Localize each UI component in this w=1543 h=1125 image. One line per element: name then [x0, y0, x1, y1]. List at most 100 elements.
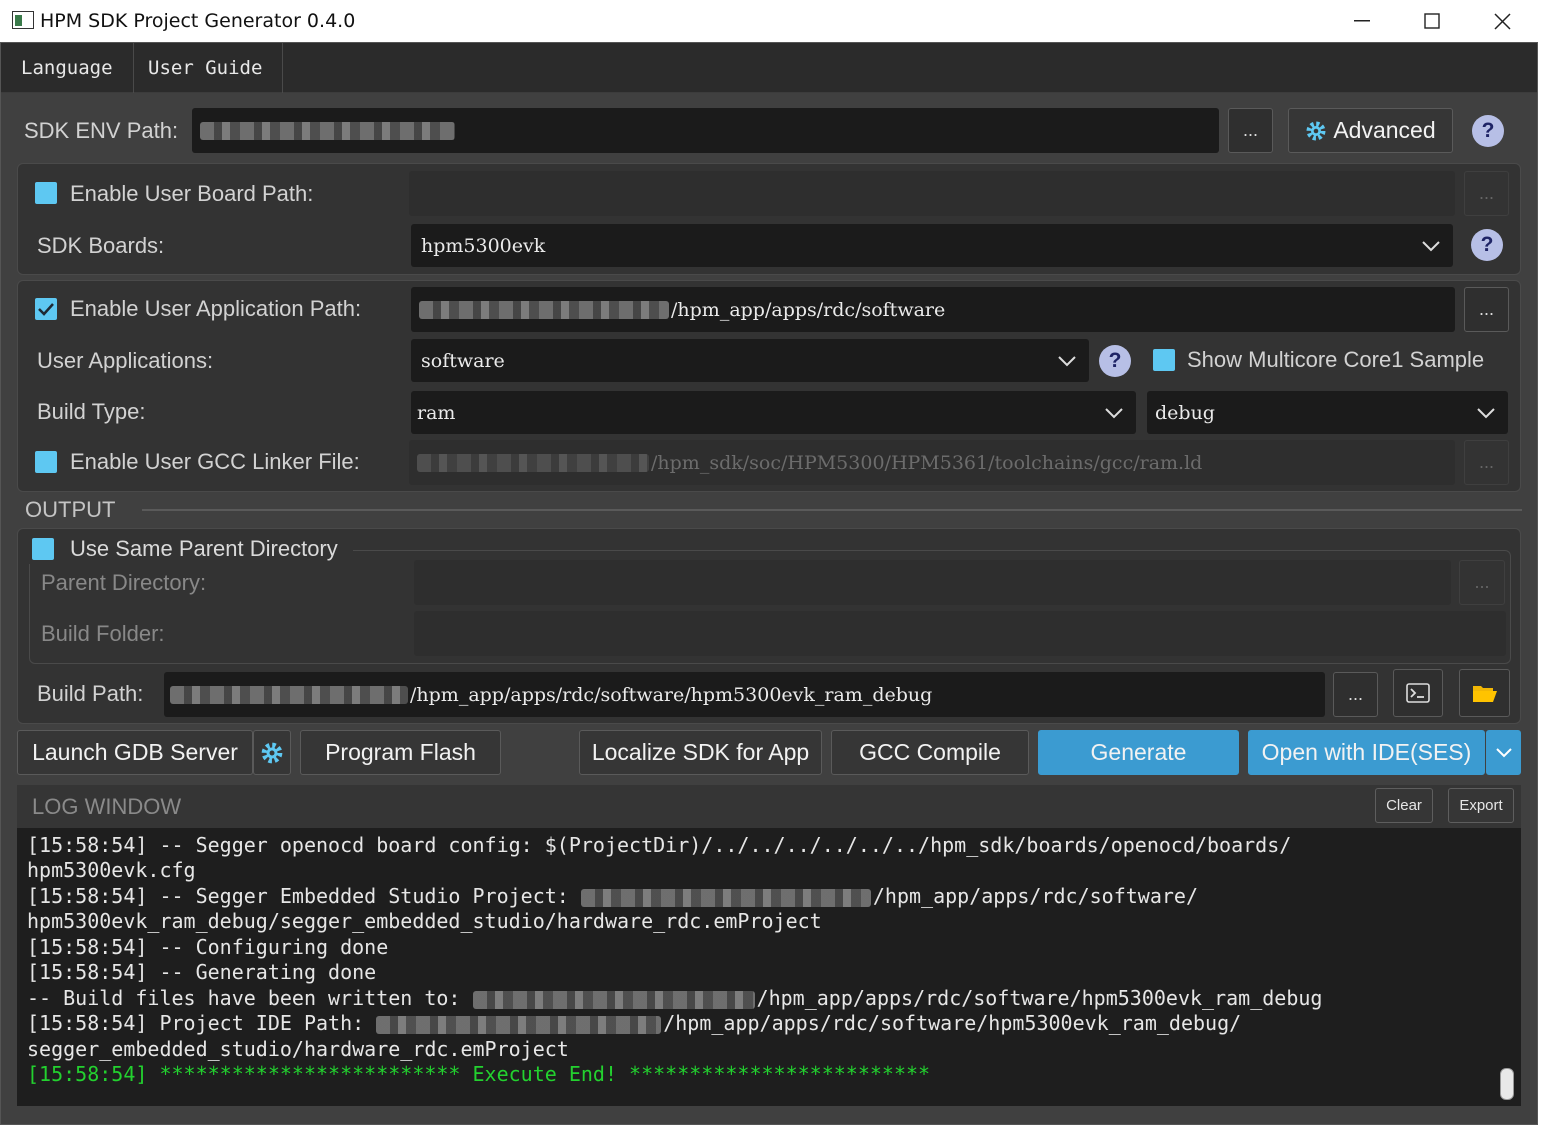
- build-path-value: /hpm_app/apps/rdc/software/hpm5300evk_ra…: [410, 683, 933, 706]
- redacted-path: [580, 888, 871, 907]
- redacted-path: [200, 121, 455, 140]
- build-mode-value: debug: [1155, 401, 1215, 424]
- parent-directory-browse-button[interactable]: ...: [1459, 560, 1505, 605]
- user-board-browse-button[interactable]: ...: [1464, 171, 1509, 216]
- enable-user-app-label: Enable User Application Path:: [70, 296, 362, 321]
- open-ide-dropdown-button[interactable]: [1486, 730, 1521, 775]
- user-board-path-input[interactable]: [409, 171, 1455, 216]
- build-folder-input[interactable]: [414, 611, 1506, 656]
- menu-user-guide[interactable]: User Guide: [128, 43, 284, 93]
- maximize-icon[interactable]: [1397, 0, 1467, 42]
- gear-icon: [261, 742, 283, 763]
- log-scrollbar-handle[interactable]: [1500, 1068, 1514, 1100]
- redacted-path: [419, 300, 669, 319]
- build-path-input[interactable]: /hpm_app/apps/rdc/software/hpm5300evk_ra…: [164, 672, 1325, 717]
- multicore-checkbox[interactable]: [1153, 349, 1175, 371]
- user-app-browse-button[interactable]: ...: [1464, 287, 1509, 332]
- output-divider: [142, 509, 1522, 511]
- gcc-compile-button[interactable]: GCC Compile: [831, 730, 1029, 775]
- chevron-down-icon: [1422, 240, 1440, 251]
- build-type-label: Build Type:: [37, 399, 146, 424]
- build-folder-label: Build Folder:: [41, 621, 165, 646]
- open-folder-button[interactable]: [1459, 669, 1510, 717]
- generate-button[interactable]: Generate: [1038, 730, 1239, 775]
- program-flash-button[interactable]: Program Flash: [300, 730, 501, 775]
- user-applications-value: software: [421, 349, 505, 372]
- same-parent-label: Use Same Parent Directory: [70, 536, 338, 561]
- terminal-icon: [1406, 683, 1430, 703]
- log-line: [15:58:54] -- Segger Embedded Studio Pro…: [27, 884, 1198, 908]
- redacted-path: [472, 990, 755, 1009]
- build-path-label: Build Path:: [37, 681, 144, 706]
- redacted-path: [170, 685, 408, 704]
- terminal-button[interactable]: [1393, 669, 1443, 717]
- user-applications-help-icon[interactable]: ?: [1099, 345, 1131, 377]
- log-header: [17, 785, 1521, 828]
- linker-path-value: /hpm_sdk/soc/HPM5300/HPM5361/toolchains/…: [651, 451, 1203, 474]
- gdb-settings-button[interactable]: [253, 730, 291, 775]
- advanced-button[interactable]: Advanced: [1288, 108, 1453, 153]
- user-app-path-input[interactable]: /hpm_app/apps/rdc/software: [411, 287, 1455, 332]
- sdk-boards-select[interactable]: hpm5300evk: [411, 224, 1453, 267]
- user-applications-select[interactable]: software: [411, 339, 1089, 382]
- advanced-button-label: Advanced: [1333, 117, 1436, 143]
- sdk-env-path-label: SDK ENV Path:: [24, 118, 179, 143]
- open-with-ide-button[interactable]: Open with IDE(SES): [1248, 730, 1485, 775]
- log-line: -- Build files have been written to: /hp…: [27, 986, 1323, 1010]
- enable-linker-label: Enable User GCC Linker File:: [70, 449, 360, 474]
- export-log-button[interactable]: Export: [1448, 788, 1514, 823]
- build-mode-select[interactable]: debug: [1147, 391, 1508, 434]
- menu-bar: Language User Guide: [1, 43, 1537, 93]
- launch-gdb-server-button[interactable]: Launch GDB Server: [17, 730, 253, 775]
- localize-sdk-button[interactable]: Localize SDK for App: [579, 730, 822, 775]
- sdk-env-browse-button[interactable]: ...: [1228, 108, 1273, 153]
- gear-icon: [1306, 121, 1326, 140]
- parent-directory-input[interactable]: [414, 560, 1451, 605]
- user-app-path-value: /hpm_app/apps/rdc/software: [671, 298, 946, 321]
- enable-user-board-label: Enable User Board Path:: [70, 181, 314, 206]
- same-parent-checkbox[interactable]: [32, 538, 54, 560]
- redacted-path: [417, 453, 649, 472]
- build-type-value: ram: [417, 401, 456, 424]
- redacted-path: [376, 1015, 662, 1034]
- linker-browse-button[interactable]: ...: [1464, 440, 1509, 485]
- check-icon: [38, 303, 54, 316]
- log-line: segger_embedded_studio/hardware_rdc.emPr…: [27, 1037, 569, 1061]
- log-line: [15:58:54] -- Generating done: [27, 960, 377, 984]
- output-section-label: OUTPUT: [25, 497, 116, 522]
- log-line: [15:58:54] -- Segger openocd board confi…: [27, 833, 1292, 857]
- sdk-env-path-input[interactable]: [192, 108, 1219, 153]
- parent-directory-label: Parent Directory:: [41, 570, 207, 595]
- sdk-env-help-icon[interactable]: ?: [1472, 115, 1504, 147]
- enable-linker-checkbox[interactable]: [35, 451, 57, 473]
- enable-user-board-checkbox[interactable]: [35, 182, 57, 204]
- log-line: [15:58:54] Project IDE Path: /hpm_app/ap…: [27, 1011, 1242, 1035]
- build-type-select[interactable]: ram: [411, 391, 1136, 434]
- window-title: HPM SDK Project Generator 0.4.0: [40, 10, 356, 32]
- app-icon: [12, 11, 34, 29]
- log-line-success: [15:58:54] ************************* Exe…: [27, 1062, 931, 1086]
- log-line: [15:58:54] -- Configuring done: [27, 935, 389, 959]
- multicore-label: Show Multicore Core1 Sample: [1187, 347, 1485, 372]
- folder-open-icon: [1472, 686, 1497, 702]
- build-path-browse-button[interactable]: ...: [1333, 672, 1378, 717]
- title-bar[interactable]: HPM SDK Project Generator 0.4.0: [0, 0, 1538, 42]
- log-line: hpm5300evk_ram_debug/segger_embedded_stu…: [27, 909, 822, 933]
- minimize-icon[interactable]: [1327, 0, 1397, 42]
- log-window-title: LOG WINDOW: [32, 794, 182, 819]
- close-icon[interactable]: [1467, 0, 1537, 42]
- log-line: hpm5300evk.cfg: [27, 858, 196, 882]
- chevron-down-icon: [1495, 748, 1512, 758]
- sdk-boards-label: SDK Boards:: [37, 233, 165, 258]
- clear-log-button[interactable]: Clear: [1375, 788, 1433, 823]
- linker-path-input[interactable]: /hpm_sdk/soc/HPM5300/HPM5361/toolchains/…: [409, 440, 1455, 485]
- enable-user-app-checkbox[interactable]: [35, 298, 57, 320]
- chevron-down-icon: [1477, 407, 1495, 418]
- menu-language[interactable]: Language: [1, 43, 134, 93]
- sdk-boards-help-icon[interactable]: ?: [1471, 229, 1503, 261]
- chevron-down-icon: [1105, 407, 1123, 418]
- sdk-boards-value: hpm5300evk: [421, 234, 546, 257]
- chevron-down-icon: [1058, 355, 1076, 366]
- log-output[interactable]: [15:58:54] -- Segger openocd board confi…: [17, 828, 1521, 1106]
- user-applications-label: User Applications:: [37, 348, 214, 373]
